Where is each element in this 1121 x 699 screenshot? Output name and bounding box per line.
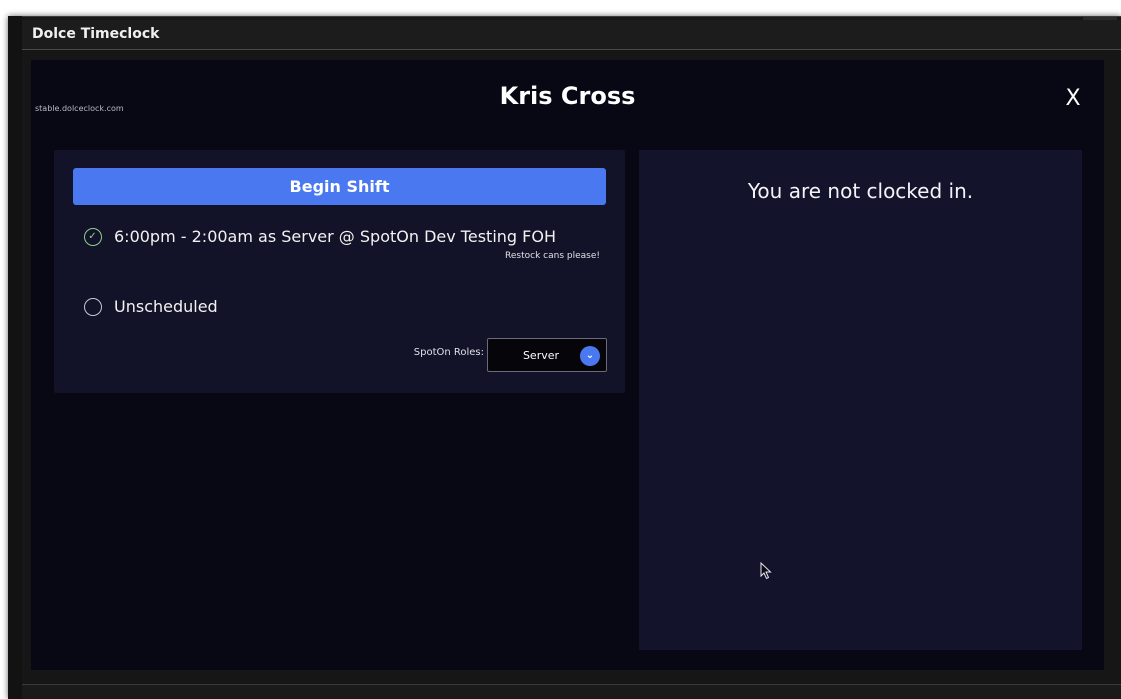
window-titlebar[interactable]: Dolce Timeclock <box>22 20 1121 50</box>
scheduled-shift-option[interactable]: ✓ 6:00pm - 2:00am as Server @ SpotOn Dev… <box>84 227 556 246</box>
shift-note: Restock cans please! <box>505 251 600 261</box>
roles-select[interactable]: Server ⌄ <box>487 338 607 372</box>
unscheduled-option[interactable]: Unscheduled <box>84 297 218 316</box>
begin-shift-button[interactable]: Begin Shift <box>73 168 606 205</box>
mouse-cursor-icon <box>760 562 772 580</box>
timeclock-app: stable.dolceclock.com Kris Cross X Begin… <box>31 60 1104 670</box>
clock-status-text: You are not clocked in. <box>747 179 974 203</box>
close-button[interactable]: X <box>1058 84 1088 114</box>
window-left-border <box>8 16 22 699</box>
roles-select-value: Server <box>522 349 560 362</box>
window-bottom-bar <box>22 684 1121 699</box>
clock-status-panel: You are not clocked in. <box>639 150 1082 650</box>
check-mark-icon: ✓ <box>88 230 97 242</box>
roles-label: SpotOn Roles: <box>413 347 484 358</box>
employee-name: Kris Cross <box>499 82 636 110</box>
chevron-down-icon[interactable]: ⌄ <box>580 346 600 366</box>
close-icon: X <box>1065 86 1081 111</box>
check-circle-icon[interactable]: ✓ <box>84 227 102 246</box>
shift-panel: Begin Shift ✓ 6:00pm - 2:00am as Server … <box>54 150 625 393</box>
unscheduled-label: Unscheduled <box>114 297 218 316</box>
screen: Dolce Timeclock stable.dolceclock.com Kr… <box>0 0 1121 699</box>
radio-empty-icon[interactable] <box>84 297 102 316</box>
scheduled-shift-label: 6:00pm - 2:00am as Server @ SpotOn Dev T… <box>114 227 556 246</box>
window-title: Dolce Timeclock <box>32 26 160 42</box>
